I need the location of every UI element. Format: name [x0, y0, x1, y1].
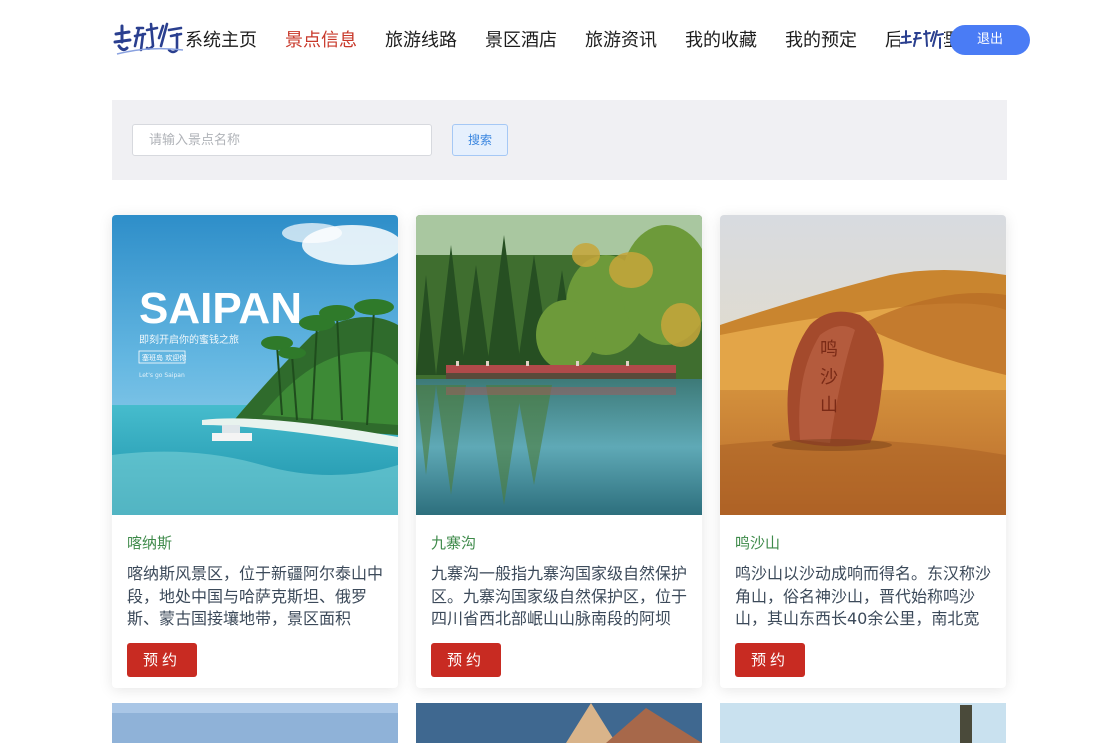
attraction-card: 九寨沟 九寨沟一般指九寨沟国家级自然保护区。九寨沟国家级自然保护区，位于四川省西…: [416, 215, 702, 688]
stone-inscription: 鸣: [820, 339, 838, 360]
attraction-title[interactable]: 九寨沟: [431, 533, 476, 553]
nav-item-bookings[interactable]: 我的预定: [785, 29, 857, 53]
attraction-card-partial[interactable]: [720, 703, 1006, 743]
attraction-card-partial[interactable]: [112, 703, 398, 743]
nav-item-hotels[interactable]: 景区酒店: [485, 29, 557, 53]
search-input-wrapper: [132, 124, 432, 156]
image-caption-saipan: SAIPAN: [139, 284, 302, 333]
search-input[interactable]: [133, 125, 429, 155]
attraction-image-mingshashan[interactable]: 鸣 沙 山: [720, 215, 1006, 515]
attraction-card: 鸣 沙 山 鸣沙山 鸣沙山以沙动成响而得名。东汉称沙角山，俗名神沙山，晋代始称鸣…: [720, 215, 1006, 688]
site-logo-small: [900, 28, 944, 54]
attraction-description: 喀纳斯风景区，位于新疆阿尔泰山中段，地处中国与哈萨克斯坦、俄罗斯、蒙古国接壤地带…: [127, 564, 384, 628]
svg-text:山: 山: [820, 395, 838, 416]
search-button[interactable]: 搜索: [452, 124, 508, 156]
nav-item-routes[interactable]: 旅游线路: [385, 29, 457, 53]
search-panel: 搜索: [112, 100, 1007, 180]
attraction-card: SAIPAN 即刻开启你的蜜钱之旅 塞班岛 欢迎你 Let's go Saipa…: [112, 215, 398, 688]
book-button[interactable]: 预约: [431, 643, 501, 677]
image-caption-small: Let's go Saipan: [139, 372, 185, 379]
logout-button[interactable]: 退出: [950, 25, 1030, 55]
attraction-title[interactable]: 鸣沙山: [735, 533, 780, 553]
attraction-image-jiuzhaigou[interactable]: [416, 215, 702, 515]
attraction-description: 九寨沟一般指九寨沟国家级自然保护区。九寨沟国家级自然保护区，位于四川省西北部岷山…: [431, 564, 688, 628]
attraction-card-partial[interactable]: [416, 703, 702, 743]
image-caption-tag: 塞班岛 欢迎你: [142, 353, 186, 362]
image-caption-sub: 即刻开启你的蜜钱之旅: [139, 333, 239, 346]
nav-item-home[interactable]: 系统主页: [185, 29, 257, 53]
nav-item-attractions[interactable]: 景点信息: [285, 29, 357, 53]
site-logo: [113, 22, 184, 55]
top-navigation: 系统主页 景点信息 旅游线路 景区酒店 旅游资讯 我的收藏 我的预定 后台管理 …: [0, 0, 1119, 82]
attraction-title[interactable]: 喀纳斯: [127, 533, 172, 553]
nav-item-news[interactable]: 旅游资讯: [585, 29, 657, 53]
book-button[interactable]: 预约: [735, 643, 805, 677]
attraction-image-kanas[interactable]: SAIPAN 即刻开启你的蜜钱之旅 塞班岛 欢迎你 Let's go Saipa…: [112, 215, 398, 515]
svg-text:沙: 沙: [820, 367, 838, 388]
book-button[interactable]: 预约: [127, 643, 197, 677]
nav-item-favorites[interactable]: 我的收藏: [685, 29, 757, 53]
attraction-description: 鸣沙山以沙动成响而得名。东汉称沙角山，俗名神沙山，晋代始称鸣沙山，其山东西长40…: [735, 564, 992, 628]
